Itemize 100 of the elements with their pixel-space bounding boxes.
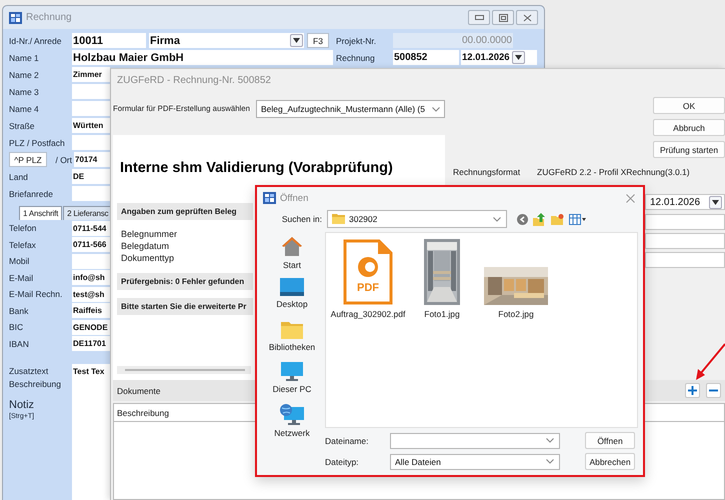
field-label: IBAN [9, 338, 30, 349]
dropdown-icon [514, 55, 522, 60]
desktop-icon [280, 278, 304, 296]
close-button[interactable] [516, 10, 538, 25]
tab[interactable]: 2 Lieferansc [63, 206, 112, 220]
dropdown-button[interactable] [709, 196, 722, 208]
place-item[interactable]: Start [283, 260, 301, 270]
dropdown-icon [293, 38, 300, 43]
report-line: Belegdatum [120, 240, 170, 252]
chevron-icon [432, 106, 440, 112]
input-field[interactable]: test@sh [72, 286, 110, 302]
file-item[interactable]: Foto1.jpg [424, 309, 460, 319]
view-menu-icon[interactable] [569, 214, 586, 224]
chevron-icon [546, 438, 554, 443]
input-field[interactable] [72, 186, 110, 201]
field-label: E-Mail Rechn. [9, 289, 64, 300]
remove-button[interactable] [706, 383, 721, 398]
field-label: Id-Nr./ Anrede [9, 36, 62, 46]
input-field[interactable]: Holzbau Maier GmbH [72, 50, 333, 65]
new-folder-icon[interactable] [551, 214, 564, 224]
input-field[interactable]: 0711-544 [72, 220, 110, 236]
select-value: Beleg_Aufzugtechnik_Mustermann (Alle) (5 [261, 104, 425, 114]
dialog-button[interactable]: OK [653, 97, 725, 114]
field-label: Rechnung [336, 52, 376, 62]
file-item[interactable]: Auftrag_302902.pdf [330, 309, 406, 319]
dropdown-button[interactable] [512, 51, 525, 64]
close-icon [522, 14, 532, 22]
dropdown-value: Firma [150, 34, 180, 46]
place-item[interactable]: Desktop [276, 299, 308, 309]
section-heading: Bitte starten Sie die erweiterte Pr [117, 298, 253, 315]
field-label: Name 1 [9, 52, 40, 62]
place-item[interactable]: Netzwerk [274, 428, 310, 438]
date-field[interactable]: 12.01.2026 [461, 50, 537, 65]
dialog-button[interactable]: Öffnen [585, 432, 635, 449]
tab[interactable]: 1 Anschrift [19, 206, 62, 220]
input-field[interactable]: Raiffeis [72, 303, 110, 318]
dialog-title: Öffnen [280, 192, 308, 204]
input-field[interactable]: Württen [72, 118, 110, 133]
lookup-button[interactable]: ^P PLZ [9, 152, 47, 167]
input-field[interactable]: 500852 [393, 50, 459, 65]
up-folder-icon[interactable] [533, 212, 546, 226]
input-field[interactable] [72, 254, 110, 269]
close-icon [626, 194, 634, 202]
file-item[interactable]: Foto2.jpg [498, 309, 534, 319]
key-button[interactable]: F3 [307, 33, 329, 48]
input-field[interactable]: Zimmer [72, 67, 110, 82]
window-title: Rechnung [26, 12, 72, 23]
back-icon[interactable] [517, 214, 528, 224]
field-label: Beschreibung [9, 379, 62, 389]
input-field[interactable] [645, 233, 725, 249]
folder-icon [332, 214, 345, 224]
input-field[interactable] [645, 214, 725, 230]
input-field[interactable]: info@sh [72, 270, 110, 286]
field-label: Suchen in: [280, 214, 322, 224]
input-field[interactable] [72, 84, 110, 99]
add-button[interactable] [685, 383, 700, 398]
folder-dropdown[interactable]: 302902 [327, 210, 507, 228]
place-item[interactable]: Bibliotheken [268, 342, 316, 352]
minimize-button[interactable] [468, 10, 490, 25]
input-field[interactable] [72, 101, 110, 116]
input-field[interactable] [72, 135, 110, 150]
folder-icon [281, 320, 303, 339]
close-button[interactable] [623, 191, 637, 205]
field-label: Dateityp: [325, 456, 360, 466]
input-field[interactable]: 70174 [74, 152, 112, 167]
date-field[interactable]: 12.01.2026 [645, 194, 725, 210]
annotation-arrow [696, 343, 725, 380]
field-value: ZUGFeRD 2.2 - Profil XRechnung(3.0.1) [537, 167, 690, 177]
form-select[interactable]: Beleg_Aufzugtechnik_Mustermann (Alle) (5 [256, 100, 445, 118]
app-icon [263, 192, 276, 204]
input-field[interactable]: GENODE [72, 320, 110, 335]
icon-label: PDF [356, 282, 380, 294]
date-value: 12.01.2026 [462, 52, 510, 63]
dropdown-button[interactable] [290, 34, 303, 47]
salutation-dropdown[interactable]: Firma [149, 33, 304, 48]
report-line: Dokumenttyp [120, 252, 174, 264]
dialog-button[interactable]: Prüfung starten [653, 141, 725, 158]
chevron-icon [493, 216, 501, 222]
field-label: Projekt-Nr. [336, 36, 378, 46]
dialog-button[interactable]: Abbruch [653, 119, 725, 136]
filetype-dropdown[interactable]: Alle Dateien [390, 454, 560, 470]
field-label: Dateiname: [325, 436, 370, 446]
input-field[interactable]: 0711-566 [72, 237, 110, 252]
input-field[interactable]: DE [72, 169, 110, 184]
home-icon [281, 236, 303, 257]
field-label: Name 2 [9, 70, 40, 80]
input-field[interactable] [645, 252, 725, 268]
dialog-button[interactable]: Abbrechen [585, 453, 635, 470]
chevron-icon [546, 459, 554, 464]
restore-icon [498, 14, 508, 22]
input-field[interactable]: 10011 [72, 33, 146, 48]
filename-field[interactable] [390, 432, 560, 448]
field-label: Mobil [9, 256, 30, 266]
place-item[interactable]: Dieser PC [272, 384, 312, 394]
field-label: Straße [9, 120, 36, 130]
field-label: Telefon [9, 223, 38, 234]
input-field[interactable]: Test Tex [72, 364, 110, 378]
maximize-button[interactable] [492, 10, 514, 25]
date-value: 12.01.2026 [650, 196, 700, 208]
input-field[interactable]: DE11701 [72, 336, 110, 352]
